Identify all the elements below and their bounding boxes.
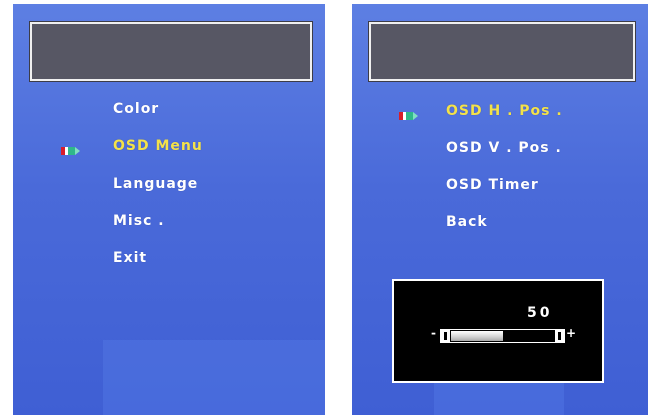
slider-left-cap	[441, 330, 450, 342]
panel-shade	[103, 340, 325, 415]
slider-increase[interactable]: +	[566, 326, 576, 340]
pencil-pointer-icon	[399, 106, 419, 120]
menu-item-osd-v-pos[interactable]: OSD V . Pos .	[446, 137, 562, 159]
menu-item-language[interactable]: Language	[113, 173, 198, 195]
menu-item-osd-h-pos[interactable]: OSD H . Pos .	[446, 100, 563, 122]
submenu-title-box	[369, 22, 635, 81]
menu-item-color[interactable]: Color	[113, 98, 159, 120]
main-menu-panel: Color OSD Menu Language Misc . Exit	[13, 4, 325, 415]
osd-submenu-panel: OSD H . Pos . OSD V . Pos . OSD Timer Ba…	[352, 4, 648, 415]
menu-title-box	[30, 22, 312, 81]
menu-item-back[interactable]: Back	[446, 211, 488, 233]
pencil-pointer-icon	[61, 141, 81, 155]
slider-right-cap	[555, 330, 564, 342]
slider-decrease[interactable]: -	[431, 326, 436, 340]
menu-item-exit[interactable]: Exit	[113, 247, 147, 269]
position-slider[interactable]	[440, 329, 565, 343]
slider-fill	[451, 331, 503, 341]
menu-item-osd-timer[interactable]: OSD Timer	[446, 174, 539, 196]
adjust-value: 50	[527, 305, 553, 321]
menu-item-misc[interactable]: Misc .	[113, 210, 165, 232]
menu-item-osd-menu[interactable]: OSD Menu	[113, 135, 203, 157]
adjust-value-box: 50 - +	[392, 279, 604, 383]
